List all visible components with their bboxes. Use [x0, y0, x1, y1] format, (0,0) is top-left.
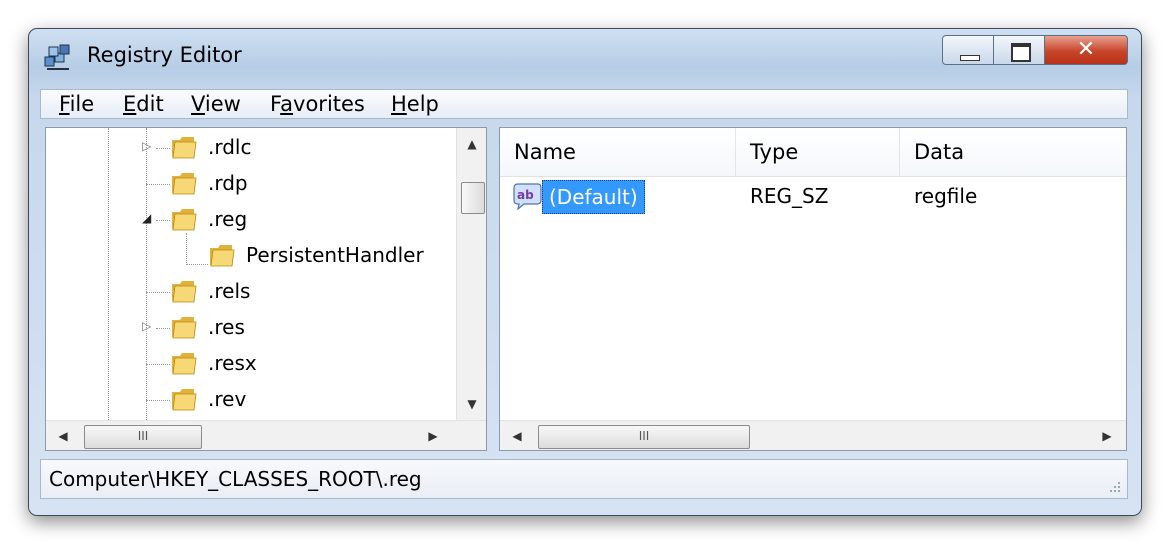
- string-value-icon-glyph: ab: [517, 188, 534, 202]
- menu-view[interactable]: View: [191, 92, 241, 116]
- minimize-button[interactable]: [942, 35, 994, 65]
- menu-bar: File Edit View Favorites Help: [40, 89, 1128, 119]
- column-header-type[interactable]: Type: [736, 128, 900, 176]
- registry-editor-window: Registry Editor ✕ File Edit View Favorit…: [28, 28, 1142, 516]
- status-bar: Computer\HKEY_CLASSES_ROOT\.reg: [40, 459, 1128, 499]
- folder-icon: [172, 137, 197, 159]
- horizontal-scroll-thumb[interactable]: III: [538, 425, 750, 449]
- column-header-row: Name Type Data: [500, 128, 1126, 177]
- tree-branch-line: [146, 292, 170, 293]
- title-bar[interactable]: Registry Editor ✕: [29, 29, 1141, 85]
- list-horizontal-scrollbar[interactable]: ◀ III ▶: [500, 420, 1126, 450]
- folder-icon: [172, 209, 197, 231]
- tree-item-res[interactable]: ▷ .res: [46, 310, 456, 344]
- tree-item-resx[interactable]: .resx: [46, 346, 456, 380]
- tree-branch-line: [146, 400, 170, 401]
- menu-help[interactable]: Help: [391, 92, 439, 116]
- tree-branch-line: [156, 328, 170, 329]
- tree-item-label: .reg: [208, 207, 248, 231]
- menu-file[interactable]: File: [59, 92, 94, 116]
- tree-item-label: .rdp: [208, 171, 248, 195]
- value-name[interactable]: (Default): [542, 180, 645, 214]
- minimize-icon: [960, 55, 980, 61]
- status-path: Computer\HKEY_CLASSES_ROOT\.reg: [49, 467, 422, 491]
- tree-branch-line: [156, 220, 170, 221]
- close-button[interactable]: ✕: [1044, 35, 1128, 65]
- menu-view-label: iew: [204, 92, 241, 116]
- folder-icon: [172, 353, 197, 375]
- window-title: Registry Editor: [87, 43, 242, 67]
- scroll-right-icon[interactable]: ▶: [1092, 421, 1122, 450]
- close-icon: ✕: [1076, 37, 1096, 62]
- scroll-down-icon[interactable]: ▼: [457, 390, 486, 418]
- resize-grip-icon[interactable]: [1107, 480, 1121, 494]
- folder-icon: [172, 389, 197, 411]
- vertical-scroll-thumb[interactable]: [461, 182, 485, 214]
- tree-item-label: .resx: [208, 351, 257, 375]
- tree-branch-line: [146, 364, 170, 365]
- horizontal-scroll-thumb[interactable]: III: [84, 425, 202, 449]
- value-type: REG_SZ: [750, 184, 829, 208]
- folder-icon: [210, 245, 235, 267]
- tree-item-rev[interactable]: .rev: [46, 382, 456, 416]
- menu-edit-label: dit: [136, 92, 164, 116]
- menu-edit[interactable]: Edit: [123, 92, 164, 116]
- key-tree-pane[interactable]: ▷ .rdlc .rdp ◢ .reg PersistentHandler .r…: [45, 127, 487, 451]
- menu-edit-accelerator: E: [123, 92, 137, 116]
- scroll-left-icon[interactable]: ◀: [48, 421, 78, 450]
- maximize-icon: [1011, 43, 1031, 62]
- menu-help-label: elp: [406, 92, 439, 116]
- registry-editor-app-icon: [44, 44, 70, 70]
- folder-icon: [172, 173, 197, 195]
- column-header-data[interactable]: Data: [900, 128, 1126, 176]
- menu-file-accelerator: F: [59, 92, 70, 116]
- tree-item-label: .res: [208, 315, 245, 339]
- tree-branch-line: [156, 148, 170, 149]
- tree-branch-line: [146, 184, 170, 185]
- tree-item-label: .rev: [208, 387, 247, 411]
- value-row-default[interactable]: ab (Default) REG_SZ regfile: [500, 180, 1126, 216]
- tree-item-label: PersistentHandler: [246, 243, 424, 267]
- maximize-button[interactable]: [993, 35, 1045, 65]
- tree-branch-line: [186, 264, 208, 265]
- tree-item-rdlc[interactable]: ▷ .rdlc: [46, 130, 456, 164]
- tree-item-reg[interactable]: ◢ .reg: [46, 202, 456, 236]
- folder-icon: [172, 281, 197, 303]
- folder-icon: [172, 317, 197, 339]
- tree-item-persistenthandler[interactable]: PersistentHandler: [46, 238, 456, 272]
- tree-item-rdp[interactable]: .rdp: [46, 166, 456, 200]
- tree-item-rels[interactable]: .rels: [46, 274, 456, 308]
- value-data: regfile: [914, 184, 978, 208]
- tree-vertical-scrollbar[interactable]: ▲ ▼: [456, 128, 486, 420]
- menu-help-accelerator: H: [391, 92, 407, 116]
- menu-file-label: ile: [69, 92, 95, 116]
- expand-arrow-icon[interactable]: ▷: [142, 320, 154, 332]
- tree-item-label: .rdlc: [208, 135, 252, 159]
- collapse-arrow-icon[interactable]: ◢: [142, 212, 154, 224]
- menu-favorites-accelerator: a: [280, 92, 294, 116]
- column-header-name[interactable]: Name: [500, 128, 736, 176]
- menu-view-accelerator: V: [191, 92, 205, 116]
- scroll-left-icon[interactable]: ◀: [502, 421, 532, 450]
- menu-favorites-label: vorites: [293, 92, 365, 116]
- tree-horizontal-scrollbar[interactable]: ◀ III ▶: [46, 420, 486, 450]
- string-value-icon: ab: [513, 183, 542, 210]
- expand-arrow-icon[interactable]: ▷: [142, 140, 154, 152]
- values-list-pane[interactable]: Name Type Data ab (Default) REG_SZ regfi…: [499, 127, 1127, 451]
- menu-favorites-prefix: F: [270, 92, 281, 116]
- tree-item-label: .rels: [208, 279, 251, 303]
- scroll-up-icon[interactable]: ▲: [457, 130, 486, 158]
- scroll-right-icon[interactable]: ▶: [418, 421, 448, 450]
- menu-favorites[interactable]: Favorites: [270, 92, 365, 116]
